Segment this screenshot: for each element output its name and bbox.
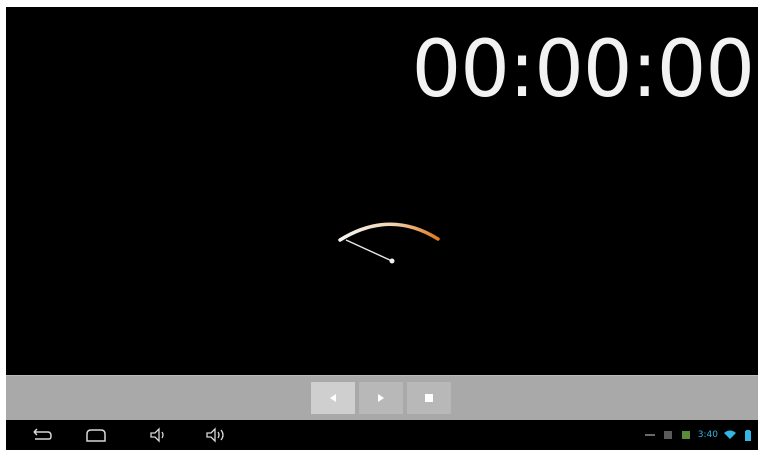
battery-icon <box>742 429 754 441</box>
volume-down-icon <box>150 427 164 443</box>
rewind-icon <box>330 394 336 402</box>
elapsed-time: 00:00:00 <box>411 25 755 115</box>
wifi-icon <box>724 429 736 441</box>
system-navigation-bar: 3:40 <box>6 420 758 450</box>
gauge-pivot <box>389 258 395 264</box>
playback-controls <box>311 382 451 414</box>
gauge-dial <box>338 222 440 264</box>
back-button[interactable] <box>26 425 56 445</box>
play-icon <box>378 394 384 402</box>
volume-up-button[interactable] <box>201 425 231 445</box>
gauge-arc <box>338 222 440 242</box>
android-icon <box>680 429 692 441</box>
volume-down-button[interactable] <box>144 425 174 445</box>
back-icon <box>33 428 52 440</box>
play-button[interactable] <box>359 382 403 414</box>
home-button[interactable] <box>81 425 111 445</box>
rewind-button[interactable] <box>311 382 355 414</box>
usb-icon <box>644 429 656 441</box>
status-clock: 3:40 <box>697 430 718 440</box>
stop-button[interactable] <box>407 382 451 414</box>
stop-icon <box>425 394 433 402</box>
control-bar <box>6 375 758 420</box>
stopwatch-display: 00:00:00 <box>6 7 758 375</box>
gauge-needle <box>345 239 393 262</box>
volume-up-icon <box>206 427 224 443</box>
status-area[interactable]: 3:40 <box>644 428 754 442</box>
home-icon <box>86 429 106 442</box>
notification-icon <box>662 429 674 441</box>
device-screen: 00:00:00 3:40 <box>6 7 758 450</box>
